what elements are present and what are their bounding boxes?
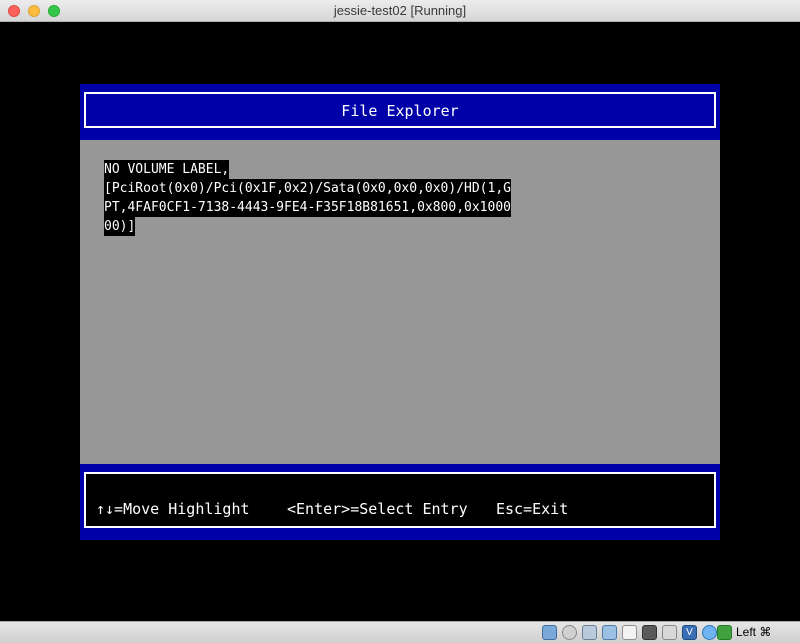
keyboard-capture-icon[interactable] <box>717 625 732 640</box>
host-key-label: Left ⌘ <box>736 625 772 639</box>
help-select-entry: <Enter>=Select Entry <box>287 500 468 518</box>
vm-statusbar: V Left ⌘ <box>0 621 800 643</box>
header-frame: File Explorer <box>84 92 716 128</box>
video-capture-icon[interactable] <box>642 625 657 640</box>
entry-line: 00)] <box>104 217 136 236</box>
mouse-integration-icon[interactable] <box>702 625 717 640</box>
help-move-highlight: ↑↓=Move Highlight <box>96 500 250 518</box>
shared-folders-icon[interactable] <box>622 625 637 640</box>
entry-line: [PciRoot(0x0)/Pci(0x1F,0x2)/Sata(0x0,0x0… <box>104 179 511 198</box>
network-icon[interactable] <box>602 625 617 640</box>
hard-disk-icon[interactable] <box>542 625 557 640</box>
vm-screen[interactable]: File Explorer NO VOLUME LABEL, [PciRoot(… <box>0 22 800 621</box>
file-explorer-header: File Explorer <box>80 84 720 140</box>
file-explorer-footer: ↑↓=Move Highlight <Enter>=Select Entry E… <box>80 464 720 540</box>
usb-icon[interactable] <box>582 625 597 640</box>
entry-line: NO VOLUME LABEL, <box>104 160 230 179</box>
volume-entry[interactable]: NO VOLUME LABEL, [PciRoot(0x0)/Pci(0x1F,… <box>104 160 536 236</box>
window-titlebar[interactable]: jessie-test02 [Running] <box>0 0 800 22</box>
file-explorer-body: NO VOLUME LABEL, [PciRoot(0x0)/Pci(0x1F,… <box>80 140 720 464</box>
file-explorer-title: File Explorer <box>341 102 459 120</box>
virtualization-icon: V <box>682 625 697 640</box>
help-exit: Esc=Exit <box>496 500 569 518</box>
optical-drive-icon[interactable] <box>562 625 577 640</box>
remote-display-icon[interactable] <box>662 625 677 640</box>
entry-line: PT,4FAF0CF1-7138-4443-9FE4-F35F18B81651,… <box>104 198 511 217</box>
window-title: jessie-test02 [Running] <box>333 3 467 18</box>
